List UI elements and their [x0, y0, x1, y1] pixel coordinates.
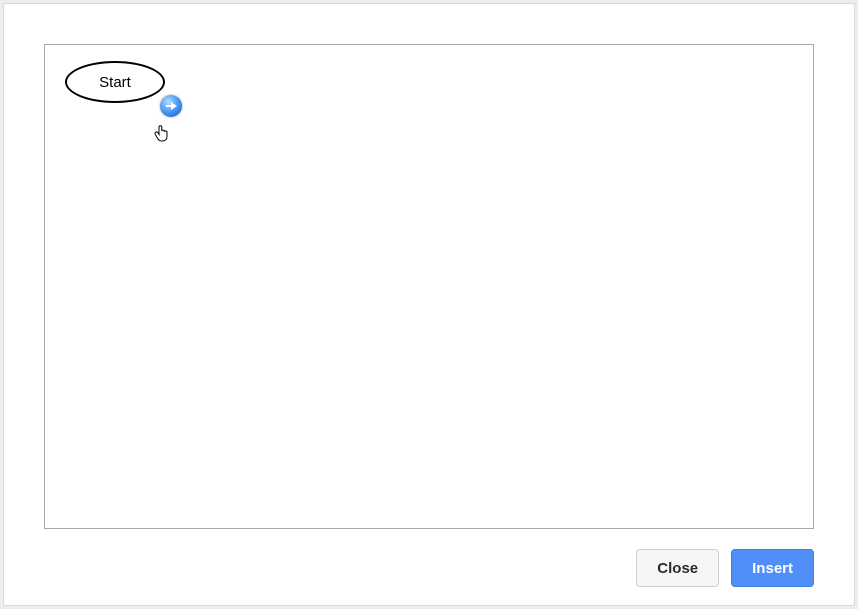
- pointer-cursor-icon: [154, 124, 170, 142]
- arrow-right-icon: [165, 100, 177, 112]
- drawing-canvas[interactable]: Start: [44, 44, 814, 529]
- flowchart-start-node[interactable]: Start: [65, 61, 180, 111]
- dialog-window: Start Close Insert: [3, 3, 855, 606]
- start-ellipse[interactable]: Start: [65, 61, 165, 103]
- start-node-label: Start: [99, 74, 131, 91]
- close-button[interactable]: Close: [636, 549, 719, 587]
- connector-arrow-handle[interactable]: [160, 95, 182, 117]
- insert-button[interactable]: Insert: [731, 549, 814, 587]
- dialog-footer: Close Insert: [44, 529, 814, 587]
